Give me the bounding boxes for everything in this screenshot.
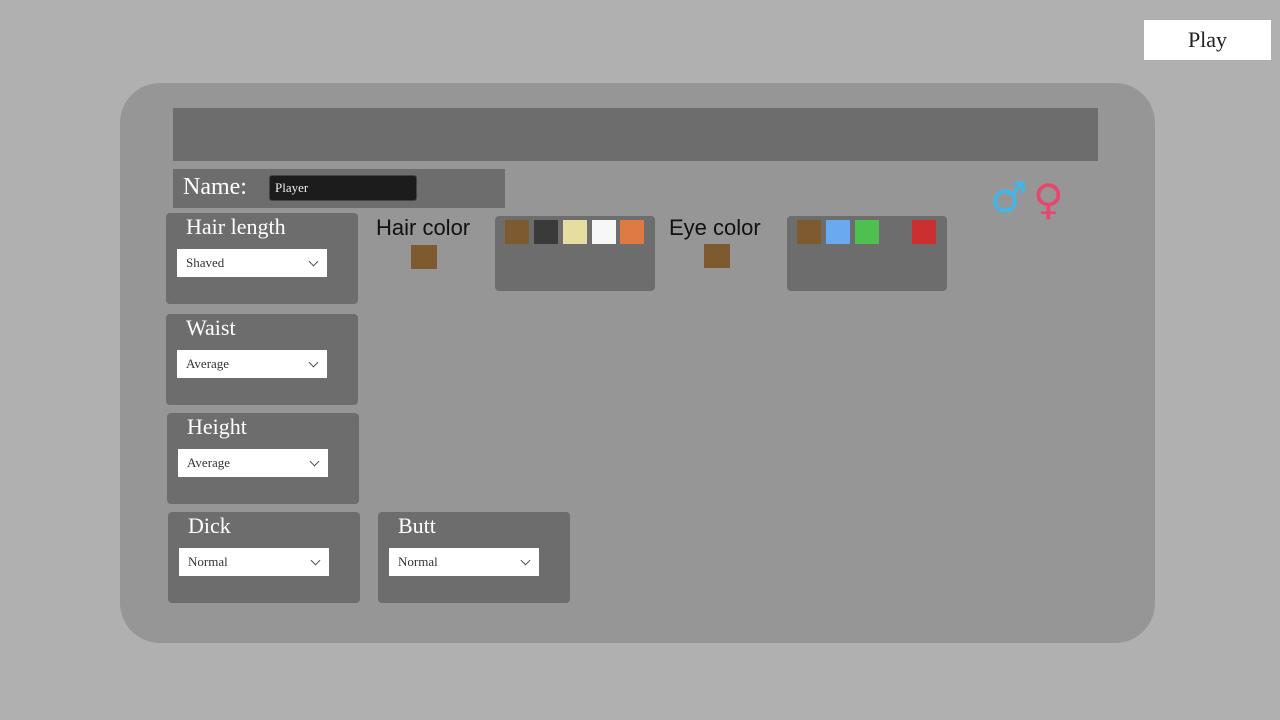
hair-color-swatch-black[interactable] [534,220,558,244]
eye-color-swatch-green[interactable] [855,220,879,244]
eye-color-swatch-blue[interactable] [826,220,850,244]
chevron-down-icon [520,555,531,566]
butt-box: Butt Normal [378,512,570,603]
play-button[interactable]: Play [1144,20,1271,60]
eye-color-palette [787,216,947,291]
name-label: Name: [183,174,247,200]
female-symbol-icon[interactable]: ♀ [1033,179,1064,221]
name-row: Name: [173,169,505,208]
waist-label: Waist [186,315,236,340]
hair-color-swatch-blonde[interactable] [563,220,587,244]
waist-select[interactable]: Average [177,350,327,378]
dick-value: Normal [188,554,228,569]
eye-color-label: Eye color [669,215,761,240]
hair-length-label: Hair length [186,214,286,239]
hair-color-palette [495,216,655,291]
hair-length-select[interactable]: Shaved [177,249,327,277]
eye-color-preview [704,244,730,268]
hair-length-value: Shaved [186,255,225,270]
eye-color-swatch-red[interactable] [912,220,936,244]
waist-value: Average [186,356,230,371]
male-symbol-icon[interactable]: ♂ [990,177,1028,219]
dick-box: Dick Normal [168,512,360,603]
waist-box: Waist Average [166,314,358,405]
dick-select[interactable]: Normal [179,548,329,576]
hair-color-swatch-ginger[interactable] [620,220,644,244]
chevron-down-icon [308,256,319,267]
chevron-down-icon [310,555,321,566]
chevron-down-icon [308,357,319,368]
character-creator-panel: Name: Hair length Shaved Waist Average H… [120,83,1155,643]
eye-color-swatch-grey[interactable] [884,220,908,244]
title-bar [173,108,1098,161]
height-label: Height [187,414,247,439]
butt-value: Normal [398,554,438,569]
hair-length-box: Hair length Shaved [166,213,358,304]
hair-color-label: Hair color [376,215,471,240]
dick-label: Dick [188,513,231,538]
butt-label: Butt [398,513,436,538]
hair-color-swatch-brown[interactable] [505,220,529,244]
chevron-down-icon [309,456,320,467]
hair-color-swatch-white[interactable] [592,220,616,244]
hair-color-preview [411,245,437,269]
height-select[interactable]: Average [178,449,328,477]
butt-select[interactable]: Normal [389,548,539,576]
height-box: Height Average [167,413,359,504]
eye-color-swatch-brown[interactable] [797,220,821,244]
height-value: Average [187,455,231,470]
name-input[interactable] [269,175,417,201]
